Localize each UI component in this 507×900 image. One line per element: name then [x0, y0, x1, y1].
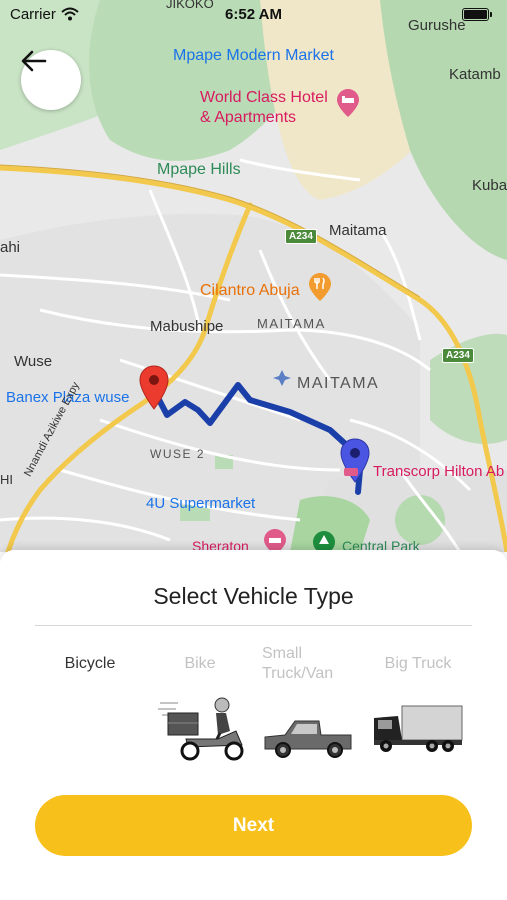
road-shield-a234: A234 [285, 229, 317, 244]
wifi-icon [61, 7, 79, 21]
status-bar: Carrier 6:52 AM [0, 0, 507, 28]
map-label-transcorp-hilton: Transcorp Hilton Ab [373, 463, 505, 480]
vehicle-label: Bike [184, 655, 216, 672]
map-label-hi: HI [0, 472, 13, 487]
map-label-kuba: Kuba [472, 177, 507, 194]
map-view[interactable]: JIKOKO Gurushe Mpape Modern Market Katam… [0, 0, 507, 552]
map-label-katamb: Katamb [449, 66, 501, 83]
map-label-4u-supermarket: 4U Supermarket [146, 495, 256, 512]
map-label-world-class-hotel: World Class Hotel [200, 89, 328, 106]
map-label-maitama-town: Maitama [329, 222, 387, 239]
status-left: Carrier [10, 6, 79, 23]
park-icon [313, 531, 335, 552]
restaurant-icon [309, 273, 331, 301]
hotel-icon [337, 89, 359, 117]
carrier-label: Carrier [10, 5, 56, 23]
hotel-icon [264, 529, 286, 552]
back-button[interactable] [21, 50, 81, 110]
scooter-delivery-icon[interactable] [158, 695, 246, 761]
map-label-cilantro: Cilantro Abuja [200, 282, 300, 299]
big-truck-icon[interactable] [372, 702, 464, 754]
map-label-wuse: Wuse [14, 353, 53, 370]
road-shield-a234: A234 [442, 348, 474, 363]
divider [35, 625, 472, 626]
map-label-ahi: ahi [0, 239, 21, 256]
vehicle-label: Small Truck/Van [262, 645, 334, 682]
map-label-apartments: & Apartments [200, 109, 297, 126]
hotel-icon [344, 468, 358, 476]
map-label-mpape-hills: Mpape Hills [157, 161, 241, 178]
vehicle-select-sheet: Select Vehicle Type Bicycle Bike Small T… [0, 550, 507, 900]
map-label-mabushipe: Mabushipe [150, 318, 224, 335]
battery-icon [462, 7, 492, 21]
map-label-maitama-area-large: MAITAMA [297, 375, 380, 392]
map-label-wuse-2: WUSE 2 [150, 447, 206, 461]
arrow-left-icon [21, 50, 47, 72]
vehicle-option-bicycle[interactable]: Bicycle [55, 654, 125, 674]
vehicle-option-bike[interactable]: Bike [170, 654, 230, 674]
vehicle-option-big-truck[interactable]: Big Truck [378, 654, 458, 674]
next-button[interactable]: Next [35, 795, 472, 856]
map-label-maitama-area-small: MAITAMA [257, 316, 326, 331]
origin-pin-icon[interactable] [138, 365, 170, 411]
vehicle-option-small-truck[interactable]: Small Truck/Van [262, 644, 348, 684]
vehicle-label: Big Truck [384, 655, 452, 672]
sheet-title: Select Vehicle Type [153, 583, 354, 609]
pickup-truck-icon[interactable] [263, 715, 353, 759]
map-label-mpape-market: Mpape Modern Market [173, 47, 334, 64]
vehicle-label: Bicycle [64, 655, 116, 672]
landmark-icon [273, 370, 291, 386]
